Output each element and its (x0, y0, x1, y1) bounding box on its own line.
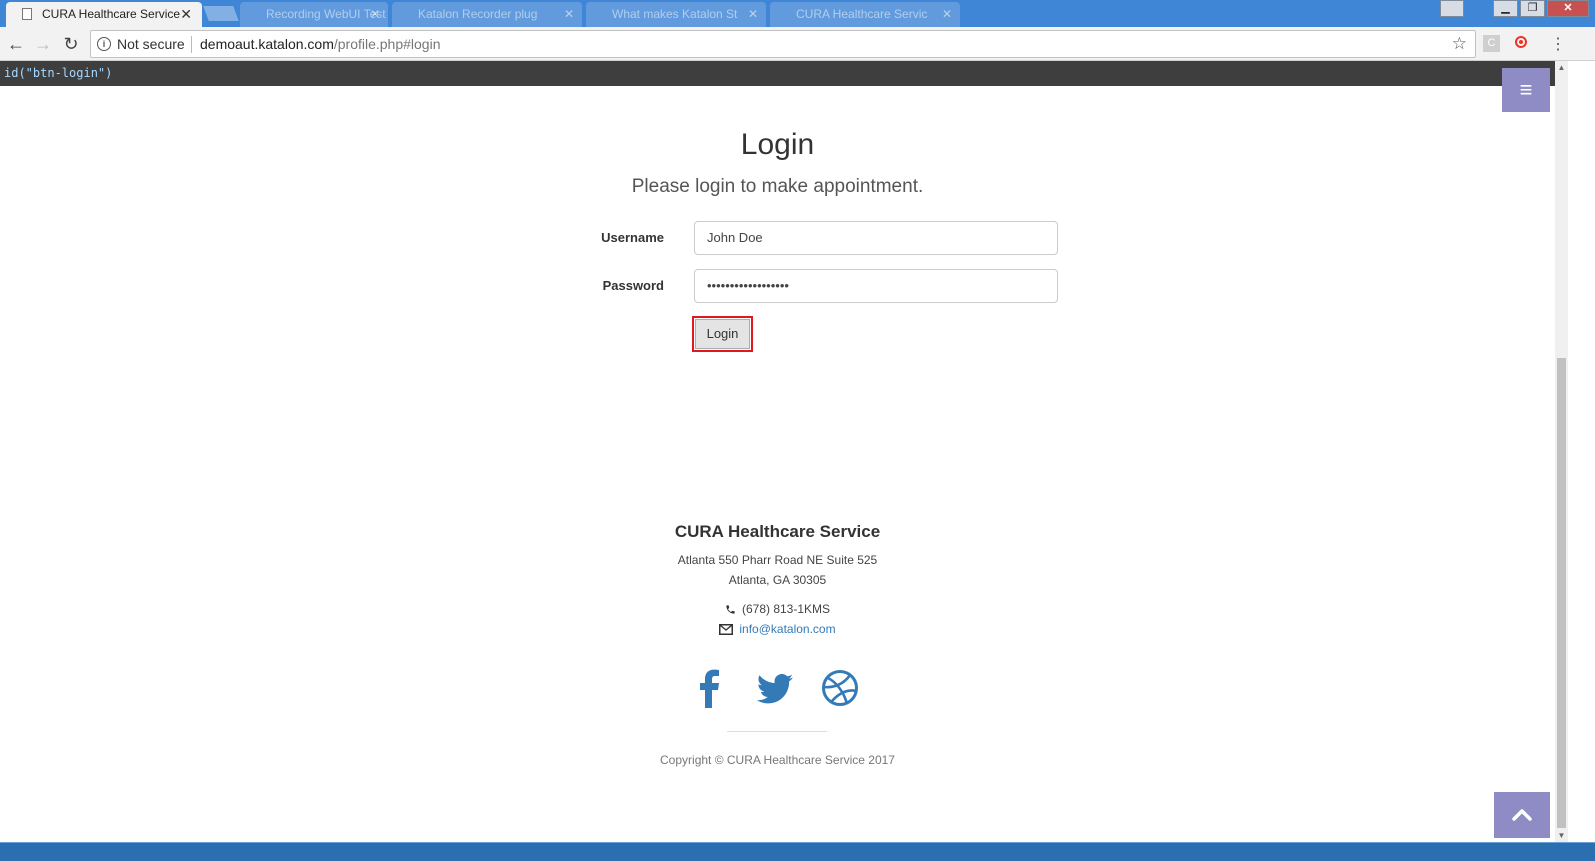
facebook-icon[interactable] (690, 668, 730, 708)
footer-divider (727, 731, 827, 732)
footer-address-line2: Atlanta, GA 30305 (728, 573, 827, 587)
tab-title: Recording WebUI Test (266, 7, 386, 21)
footer-copyright: Copyright © CURA Healthcare Service 2017 (660, 753, 895, 767)
element-locator-bar: id("btn-login") (0, 61, 1555, 86)
bookmark-star-icon[interactable]: ☆ (1452, 31, 1467, 57)
browser-toolbar: ← → ↻ i Not secure demoaut.katalon.com/p… (0, 27, 1595, 61)
footer-phone: (678) 813-1KMS (741, 602, 831, 616)
page-subtitle: Please login to make appointment. (631, 176, 924, 197)
password-input[interactable]: •••••••••••••••••• (694, 269, 1058, 303)
browser-tab-strip: CURA Healthcare Service ✕ Recording WebU… (0, 0, 1595, 27)
hamburger-icon: ≡ (1519, 77, 1533, 102)
tab-title: What makes Katalon St (612, 7, 738, 21)
url-path: /profile.php#login (333, 36, 441, 52)
tab-close-icon[interactable]: ✕ (370, 2, 380, 27)
address-bar[interactable]: i Not secure demoaut.katalon.com/profile… (90, 30, 1476, 58)
reload-icon[interactable]: ↻ (59, 32, 83, 56)
tab-background-2[interactable]: Katalon Recorder plug ✕ (392, 2, 582, 27)
forward-arrow-icon[interactable]: → (31, 32, 55, 56)
scroll-up-arrow-icon[interactable]: ▲ (1555, 61, 1568, 74)
extension-icon[interactable]: C (1483, 35, 1500, 52)
page-title: Login (740, 128, 815, 161)
phone-icon (726, 604, 735, 614)
login-button[interactable]: Login (695, 319, 750, 349)
footer-company-name: CURA Healthcare Service (674, 522, 881, 541)
back-to-top-button[interactable] (1494, 792, 1550, 838)
password-label: Password (602, 278, 664, 293)
profile-icon[interactable] (1440, 0, 1464, 17)
footer-address-line1: Atlanta 550 Pharr Road NE Suite 525 (677, 553, 878, 567)
info-icon[interactable]: i (97, 37, 111, 51)
tab-close-icon[interactable]: ✕ (180, 2, 192, 27)
envelope-icon (719, 623, 734, 635)
omnibox-divider (191, 36, 192, 53)
twitter-icon[interactable] (755, 668, 795, 708)
chevron-up-icon (1512, 809, 1532, 821)
tab-close-icon[interactable]: ✕ (564, 2, 574, 27)
username-input[interactable]: John Doe (694, 221, 1058, 255)
dribbble-icon[interactable] (820, 668, 860, 708)
scroll-thumb[interactable] (1557, 358, 1566, 828)
page-scrollbar[interactable]: ▲ ▼ (1555, 61, 1568, 842)
recorder-extension-icon[interactable] (1515, 36, 1527, 48)
footer-email-link[interactable]: info@katalon.com (739, 622, 835, 636)
login-button-highlight[interactable]: Login (692, 316, 753, 352)
minimize-button[interactable]: ▁ (1493, 0, 1518, 17)
scroll-down-arrow-icon[interactable]: ▼ (1555, 829, 1568, 842)
restore-button[interactable]: ❐ (1520, 0, 1545, 17)
os-taskbar (0, 842, 1595, 861)
tab-background-4[interactable]: CURA Healthcare Servic ✕ (770, 2, 960, 27)
tab-title: CURA Healthcare Service (42, 7, 181, 21)
url-host: demoaut.katalon.com (200, 36, 334, 52)
url-text[interactable]: demoaut.katalon.com/profile.php#login (200, 31, 441, 57)
close-window-button[interactable]: ✕ (1547, 0, 1589, 17)
footer-phone-row: (678) 813-1KMS (0, 602, 1555, 616)
tab-close-icon[interactable]: ✕ (942, 2, 952, 27)
username-label: Username (601, 230, 664, 245)
footer-email-row: info@katalon.com (0, 622, 1555, 636)
tab-title: Katalon Recorder plug (418, 7, 538, 21)
tab-cura-healthcare[interactable]: CURA Healthcare Service ✕ (6, 2, 202, 27)
security-label[interactable]: Not secure (117, 31, 185, 57)
tab-background-1[interactable]: Recording WebUI Test ✕ (240, 2, 388, 27)
tab-background-3[interactable]: What makes Katalon St ✕ (586, 2, 766, 27)
back-arrow-icon[interactable]: ← (4, 32, 28, 56)
menu-toggle-button[interactable]: ≡ (1502, 68, 1550, 112)
document-icon (22, 8, 32, 20)
browser-menu-icon[interactable]: ⋮ (1550, 34, 1566, 54)
tab-title: CURA Healthcare Servic (796, 7, 928, 21)
tab-close-icon[interactable]: ✕ (748, 2, 758, 27)
background-tab-stub[interactable] (203, 6, 239, 21)
window-controls: ▁ ❐ ✕ (1493, 0, 1589, 17)
